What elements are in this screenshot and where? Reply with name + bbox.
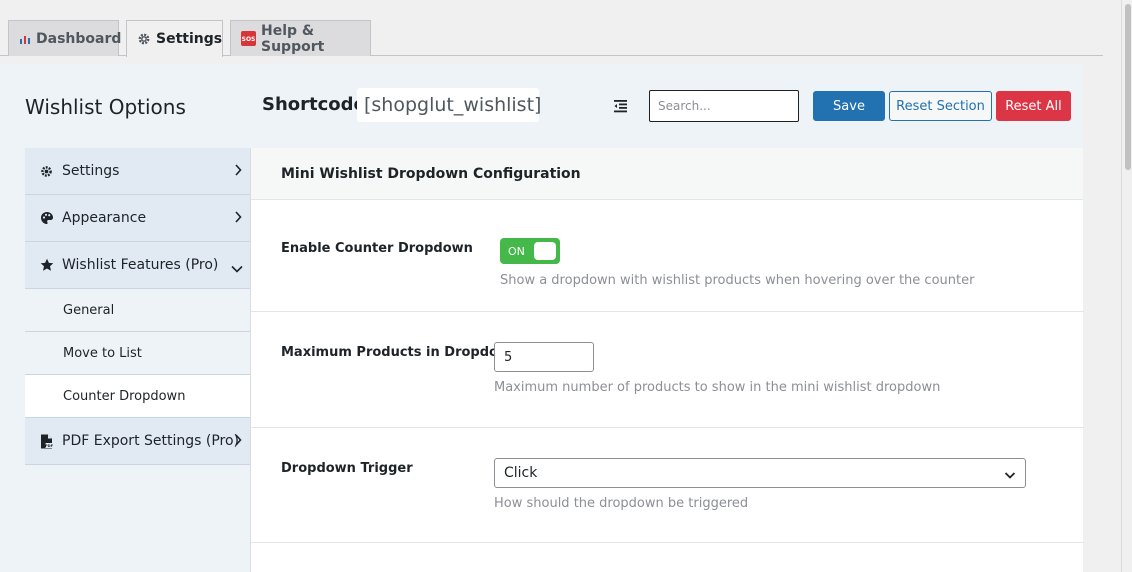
sidebar-item-label: Appearance	[62, 210, 147, 226]
chevron-down-icon	[231, 261, 243, 277]
sidebar-item-wishlist-features[interactable]: Wishlist Features (Pro)	[25, 242, 250, 289]
reset-section-button[interactable]: Reset Section	[889, 91, 992, 121]
gear-icon	[137, 32, 151, 46]
sidebar-item-pdf-export[interactable]: PDF PDF Export Settings (Pro)	[25, 418, 250, 465]
options-panel: Wishlist Options Shortcode: [shopglut_wi…	[0, 64, 1084, 572]
field-max-products: Maximum Products in Dropdown 5 Maximum n…	[251, 312, 1084, 428]
field-enable-counter-dropdown: Enable Counter Dropdown ON Show a dropdo…	[251, 208, 1084, 312]
toggle-knob	[534, 242, 556, 260]
scrollbar-thumb[interactable]	[1125, 4, 1131, 170]
sidebar-item-label: Wishlist Features (Pro)	[62, 257, 219, 273]
search-input[interactable]	[649, 90, 799, 122]
enable-counter-toggle[interactable]: ON	[500, 238, 560, 264]
pdf-file-icon: PDF	[40, 434, 55, 449]
tab-dashboard[interactable]: Dashboard	[8, 20, 122, 56]
gear-icon	[40, 165, 55, 178]
chevron-right-icon	[234, 434, 242, 450]
sidebar-subitem-counter-dropdown[interactable]: Counter Dropdown	[25, 375, 250, 418]
page-scrollbar[interactable]	[1121, 0, 1132, 572]
toggle-state-text: ON	[508, 244, 525, 258]
field-help: Show a dropdown with wishlist products w…	[500, 273, 975, 288]
field-label: Maximum Products in Dropdown	[281, 345, 520, 360]
tab-help-support[interactable]: SOS Help & Support	[230, 20, 371, 56]
star-icon	[40, 258, 55, 272]
field-label: Dropdown Trigger	[281, 461, 413, 476]
shortcode-value[interactable]: [shopglut_wishlist]	[357, 88, 541, 122]
page-title: Wishlist Options	[25, 95, 186, 119]
select-value: Click	[504, 465, 538, 481]
expand-all-icon[interactable]	[613, 98, 628, 117]
sidebar-item-label: Settings	[62, 163, 120, 179]
sidebar-item-settings[interactable]: Settings	[25, 148, 250, 195]
chevron-right-icon	[234, 211, 242, 227]
field-dropdown-trigger: Dropdown Trigger Click How should the dr…	[251, 428, 1084, 543]
save-button[interactable]: Save	[813, 91, 885, 121]
tab-label: Help & Support	[261, 22, 325, 55]
svg-text:SOS: SOS	[242, 36, 256, 43]
section-title: Mini Wishlist Dropdown Configuration	[251, 148, 1083, 200]
settings-content: Mini Wishlist Dropdown Configuration Ena…	[250, 148, 1084, 572]
sidebar: Settings Appearance Wishlist Features (P…	[25, 148, 250, 465]
tab-label: Dashboard	[36, 30, 122, 47]
field-help: Maximum number of products to show in th…	[494, 380, 941, 395]
max-products-input[interactable]: 5	[494, 342, 594, 372]
sidebar-item-label: PDF Export Settings (Pro)	[62, 433, 240, 449]
svg-text:PDF: PDF	[45, 444, 53, 448]
sidebar-subitem-general[interactable]: General	[25, 289, 250, 332]
sos-icon: SOS	[241, 31, 256, 46]
palette-icon	[40, 211, 55, 225]
tab-settings[interactable]: Settings	[126, 20, 223, 57]
nav-tabs: Dashboard Settings SOS Help & Support	[0, 0, 1103, 57]
bar-chart-icon	[19, 33, 31, 45]
sidebar-item-appearance[interactable]: Appearance	[25, 195, 250, 242]
chevron-down-icon	[1004, 468, 1016, 484]
sidebar-subitem-move-to-list[interactable]: Move to List	[25, 332, 250, 375]
tab-label: Settings	[156, 31, 223, 47]
chevron-right-icon	[234, 164, 242, 180]
field-label: Enable Counter Dropdown	[281, 241, 473, 256]
reset-all-button[interactable]: Reset All	[996, 91, 1071, 121]
field-help: How should the dropdown be triggered	[494, 496, 749, 511]
dropdown-trigger-select[interactable]: Click	[494, 458, 1026, 488]
